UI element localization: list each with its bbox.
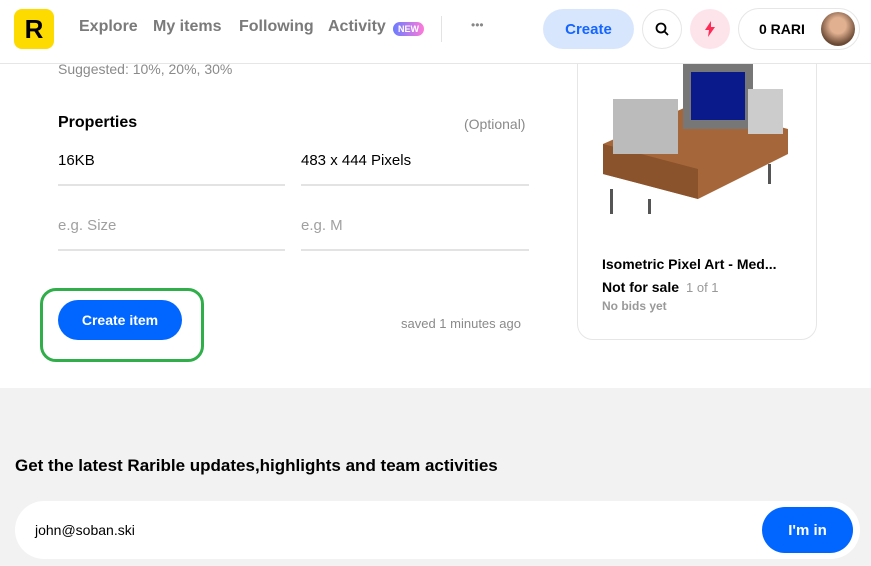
edition-count: 1 of 1 <box>686 280 719 295</box>
newsletter-headline: Get the latest Rarible updates,highlight… <box>15 456 498 475</box>
rarible-logo[interactable]: R <box>14 9 54 49</box>
activity-button[interactable] <box>690 9 730 49</box>
nav-explore[interactable]: Explore <box>79 18 138 36</box>
new-badge: NEW <box>393 22 424 36</box>
newsletter-section: Get the latest Rarible updates,highlight… <box>0 388 871 566</box>
create-item-button[interactable]: Create item <box>58 300 182 340</box>
subscribe-button[interactable]: I'm in <box>762 507 853 553</box>
item-title: Isometric Pixel Art - Med... <box>602 256 777 272</box>
divider <box>441 16 442 42</box>
search-button[interactable] <box>642 9 682 49</box>
top-nav: R Explore My items Following Activity NE… <box>0 0 871 64</box>
properties-title: Properties <box>58 114 138 131</box>
nav-my-items[interactable]: My items <box>153 18 221 36</box>
lightning-icon <box>705 21 715 37</box>
more-icon[interactable]: ••• <box>471 18 484 32</box>
property-value-input-empty[interactable]: e.g. M <box>301 217 529 251</box>
nft-image <box>603 64 788 214</box>
balance: 0 RARI <box>759 21 805 37</box>
property-key-input[interactable]: 16KB <box>58 152 285 186</box>
sale-status: Not for sale <box>602 279 680 295</box>
wallet-button[interactable]: 0 RARI <box>738 8 860 50</box>
optional-label: (Optional) <box>464 116 526 132</box>
nav-following[interactable]: Following <box>239 18 314 36</box>
property-key-input-empty[interactable]: e.g. Size <box>58 217 285 251</box>
avatar[interactable] <box>821 12 855 46</box>
email-value: john@soban.ski <box>35 522 135 538</box>
email-field[interactable]: john@soban.ski I'm in <box>15 501 860 559</box>
property-value-input[interactable]: 483 x 444 Pixels <box>301 152 529 186</box>
search-icon <box>655 22 669 36</box>
nav-activity[interactable]: Activity <box>328 18 386 36</box>
preview-card[interactable]: Isometric Pixel Art - Med... Not for sal… <box>577 30 817 340</box>
saved-status: saved 1 minutes ago <box>401 316 521 331</box>
create-button[interactable]: Create <box>543 9 634 49</box>
bids-status: No bids yet <box>602 299 667 313</box>
